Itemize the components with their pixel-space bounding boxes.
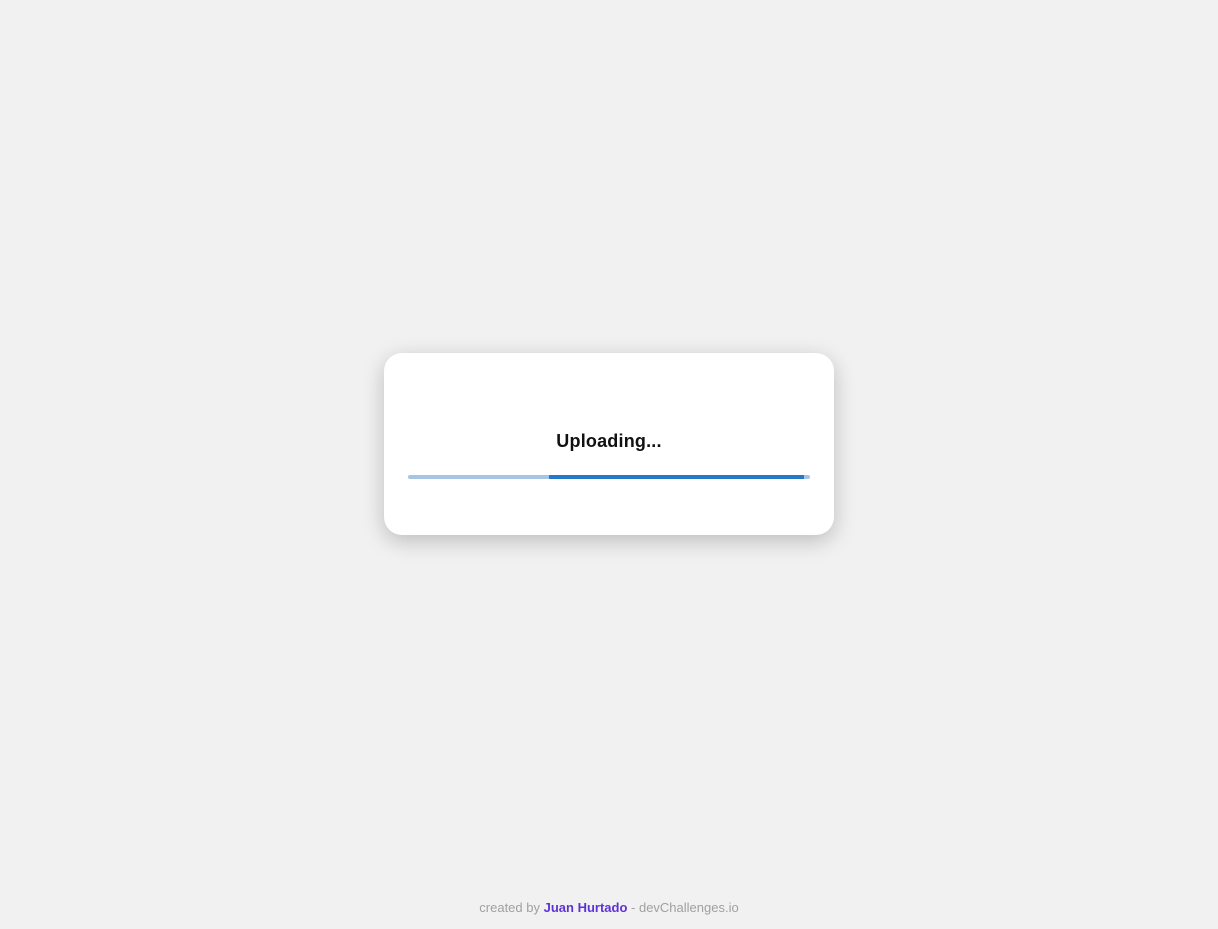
footer: created by Juan Hurtado - devChallenges.… <box>0 900 1218 915</box>
progress-fill <box>548 475 804 479</box>
footer-prefix: created by <box>479 900 544 915</box>
progress-track <box>408 475 810 479</box>
author-link[interactable]: Juan Hurtado <box>544 900 628 915</box>
footer-suffix: - devChallenges.io <box>627 900 739 915</box>
upload-card: Uploading... <box>384 353 834 535</box>
upload-status-title: Uploading... <box>556 431 662 451</box>
